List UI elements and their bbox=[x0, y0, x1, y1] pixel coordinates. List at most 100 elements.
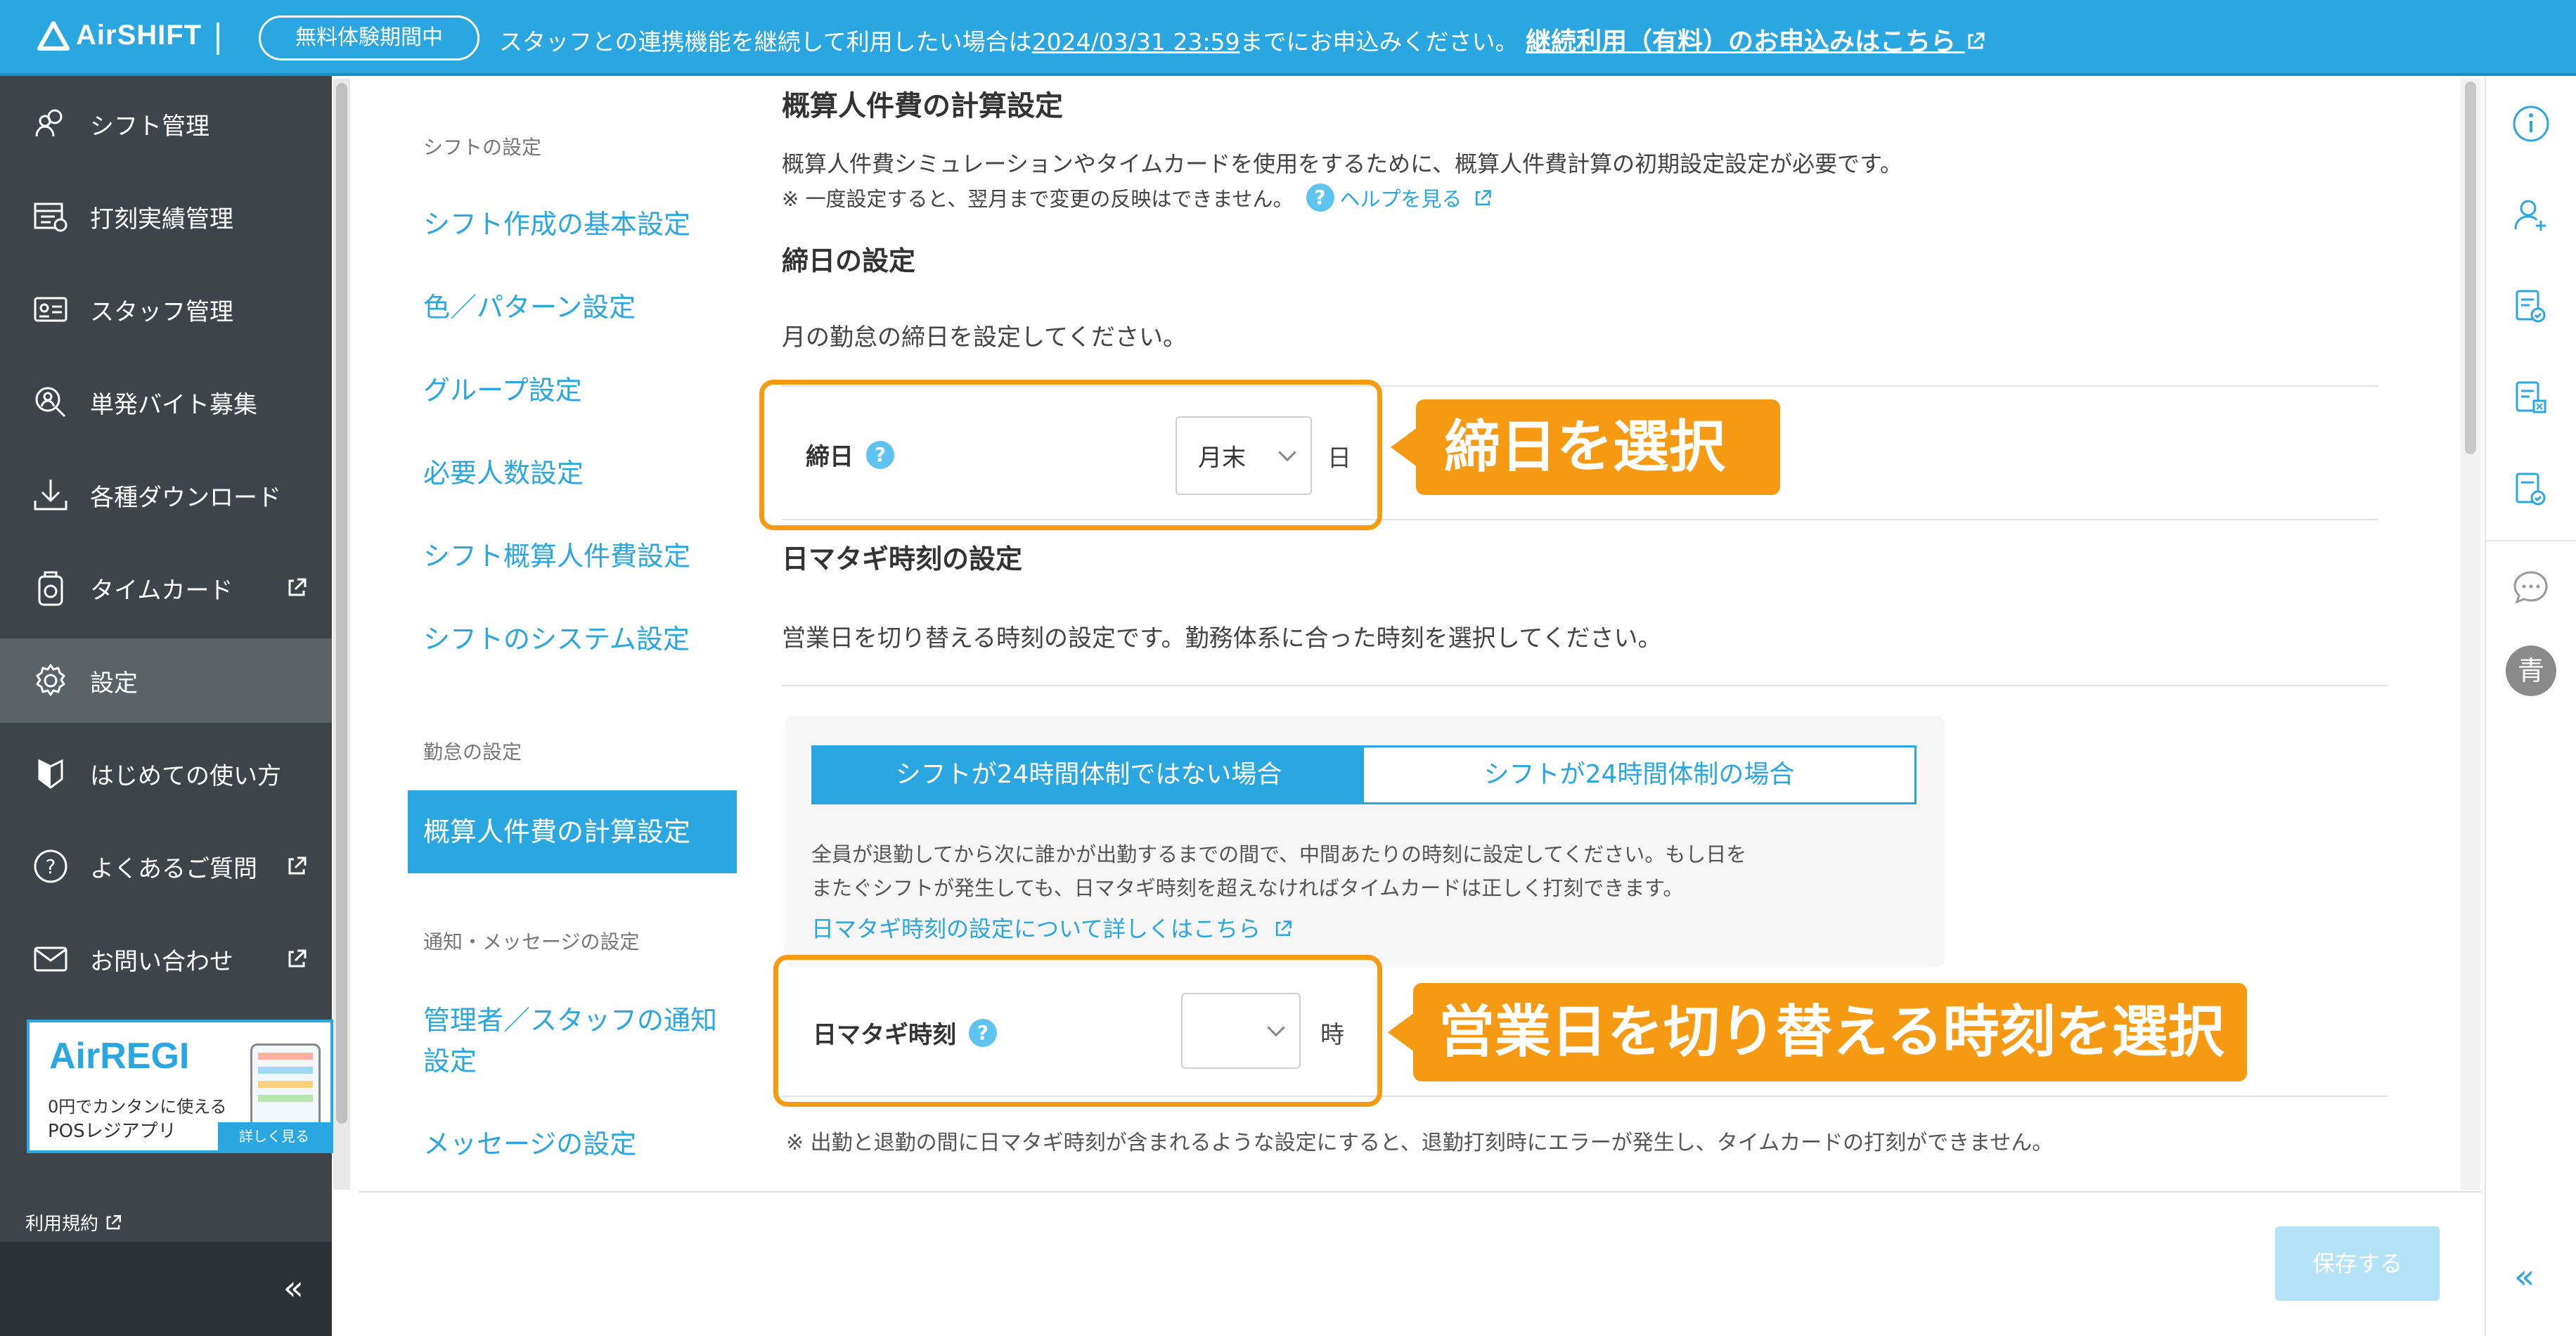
sidebar-item-label: よくあるご質問 bbox=[90, 854, 257, 883]
terms-link[interactable]: 利用規約 bbox=[25, 1209, 122, 1235]
shift-management-icon bbox=[35, 109, 63, 137]
avatar[interactable]: 青 bbox=[2506, 645, 2556, 696]
submenu-item-group[interactable]: グループ設定 bbox=[423, 370, 733, 411]
right-rail: 青 « bbox=[2485, 76, 2576, 1336]
sidebar-item-shift-management[interactable]: シフト管理 bbox=[0, 82, 332, 166]
sidebar-item-label: スタッフ管理 bbox=[90, 297, 233, 326]
airshift-logo[interactable]: AirSHIFT bbox=[37, 20, 202, 51]
page-note-text: ※ 一度設定すると、翌月まで変更の反映はできません。 bbox=[782, 187, 1294, 211]
save-button[interactable]: 保存する bbox=[2275, 1226, 2440, 1301]
document-check-icon[interactable] bbox=[2509, 467, 2554, 512]
sidebar-item-clock-records[interactable]: 打刻実績管理 bbox=[0, 174, 332, 259]
trial-notice: スタッフとの連携機能を継続して利用したい場合は2024/03/31 23:59ま… bbox=[499, 21, 1986, 58]
airshift-logo-icon bbox=[37, 20, 70, 51]
daybreak-time-highlight bbox=[773, 955, 1382, 1107]
logo-divider bbox=[217, 23, 219, 55]
sidebar-item-label: 各種ダウンロード bbox=[90, 483, 281, 512]
sidebar-item-label: お問い合わせ bbox=[90, 947, 233, 976]
sidebar-item-label: 打刻実績管理 bbox=[90, 205, 233, 233]
help-link[interactable]: ヘルプを見る bbox=[1340, 183, 1493, 212]
double-chevron-left-icon[interactable]: « bbox=[2514, 1257, 2535, 1297]
external-link-icon bbox=[1968, 32, 1985, 49]
ad-more-button[interactable]: 詳しく見る bbox=[218, 1122, 330, 1150]
sidebar-item-label: シフト管理 bbox=[90, 112, 210, 141]
sidebar-scrollbar-thumb[interactable] bbox=[336, 83, 347, 1124]
daybreak-warning: ※ 出勤と退勤の間に日マタギ時刻が含まれるような設定にすると、退勤打刻時にエラー… bbox=[786, 1131, 2054, 1155]
double-chevron-left-icon: « bbox=[283, 1268, 304, 1308]
sidebar-item-downloads[interactable]: 各種ダウンロード bbox=[0, 453, 332, 537]
beginner-mark-icon bbox=[38, 759, 63, 789]
continue-subscription-link-text: 継続利用（有料）のお申込みはこちら bbox=[1525, 27, 1956, 56]
top-banner: AirSHIFT 無料体験期間中 スタッフとの連携機能を継続して利用したい場合は… bbox=[0, 0, 2576, 76]
daybreak-description: 営業日を切り替える時刻の設定です。勤務体系に合った時刻を選択してください。 bbox=[782, 624, 1662, 653]
airregi-ad-banner[interactable]: AirREGI 0円でカンタンに使える POSレジアプリ 詳しく見る bbox=[27, 1020, 333, 1153]
submenu-item-notification[interactable]: 管理者／スタッフの通知設定 bbox=[423, 1000, 733, 1081]
submenu-item-labor-cost-calc[interactable]: 概算人件費の計算設定 bbox=[408, 790, 737, 873]
closing-day-description: 月の勤怠の締日を設定してください。 bbox=[782, 323, 1187, 352]
tab-not-24h[interactable]: シフトが24時間体制ではない場合 bbox=[813, 747, 1364, 802]
svg-text:?: ? bbox=[46, 855, 56, 878]
sidebar-item-label: タイムカード bbox=[90, 576, 233, 605]
sidebar-item-label: 単発バイト募集 bbox=[90, 390, 257, 419]
gear-icon bbox=[36, 664, 65, 696]
sidebar-scrollbar[interactable] bbox=[333, 79, 350, 1190]
trial-badge: 無料体験期間中 bbox=[259, 15, 479, 60]
external-link-icon bbox=[1276, 920, 1292, 937]
sidebar-item-timecard[interactable]: タイムカード bbox=[0, 546, 332, 630]
daybreak-detail-link-text: 日マタギ時刻の設定について詳しくはこちら bbox=[811, 916, 1261, 942]
submenu-heading-notification: 通知・メッセージの設定 bbox=[423, 930, 640, 953]
main-scrollbar-thumb[interactable] bbox=[2465, 82, 2476, 454]
mail-icon bbox=[34, 946, 67, 972]
continue-subscription-link[interactable]: 継続利用（有料）のお申込みはこちら bbox=[1526, 27, 1986, 56]
help-icon: ? bbox=[1306, 184, 1334, 212]
sidebar-item-getting-started[interactable]: はじめての使い方 bbox=[0, 731, 332, 816]
notice-middle: までにお申込みください。 bbox=[1239, 28, 1519, 56]
submenu-item-shift-system[interactable]: シフトのシステム設定 bbox=[423, 619, 733, 660]
submenu-item-color-pattern[interactable]: 色／パターン設定 bbox=[423, 287, 733, 328]
ad-tagline: 0円でカンタンに使える bbox=[48, 1097, 227, 1117]
external-link-icon bbox=[106, 1215, 122, 1230]
submenu-item-message[interactable]: メッセージの設定 bbox=[423, 1124, 733, 1164]
help-link-text: ヘルプを見る bbox=[1339, 187, 1462, 211]
submenu-item-shift-labor-cost[interactable]: シフト概算人件費設定 bbox=[423, 536, 733, 577]
sidebar-collapse-button[interactable]: « bbox=[0, 1242, 332, 1336]
sidebar-item-label: 設定 bbox=[90, 669, 138, 698]
footer-bar: 保存する bbox=[359, 1191, 2482, 1336]
logo-text: AirSHIFT bbox=[76, 20, 202, 51]
panel-text-line1: 全員が退勤してから次に誰かが出勤するまでの間で、中間あたりの時刻に設定してくださ… bbox=[811, 842, 1747, 866]
sidebar-item-settings[interactable]: 設定 bbox=[0, 638, 332, 723]
closing-day-highlight bbox=[759, 380, 1382, 530]
notice-date: 2024/03/31 23:59 bbox=[1031, 28, 1240, 56]
staff-card-icon bbox=[34, 297, 67, 322]
chat-bubble-icon[interactable] bbox=[2509, 565, 2554, 610]
daybreak-detail-link[interactable]: 日マタギ時刻の設定について詳しくはこちら bbox=[811, 911, 1293, 944]
tab-24h[interactable]: シフトが24時間体制の場合 bbox=[1364, 747, 1914, 802]
closing-day-callout: 締日を選択 bbox=[1416, 399, 1780, 495]
closing-day-heading: 締日の設定 bbox=[782, 245, 916, 276]
timecard-request-icon[interactable] bbox=[2509, 375, 2554, 420]
sidebar-item-staff-management[interactable]: スタッフ管理 bbox=[0, 267, 332, 352]
rail-divider bbox=[2486, 540, 2576, 541]
shift-approval-icon[interactable] bbox=[2509, 284, 2554, 329]
sidebar-item-contact[interactable]: お問い合わせ bbox=[0, 917, 332, 1001]
page-description: 概算人件費シミュレーションやタイムカードを使用をするために、概算人件費計算の初期… bbox=[782, 150, 1902, 177]
terms-link-text: 利用規約 bbox=[25, 1214, 99, 1235]
submenu-item-required-staff[interactable]: 必要人数設定 bbox=[423, 453, 733, 494]
sidebar-item-recruit[interactable]: 単発バイト募集 bbox=[0, 360, 332, 444]
info-icon[interactable] bbox=[2509, 101, 2554, 146]
page-note: ※ 一度設定すると、翌月まで変更の反映はできません。 ? ヘルプを見る bbox=[782, 183, 1493, 212]
sidebar-item-label: はじめての使い方 bbox=[90, 762, 281, 790]
external-link-icon bbox=[288, 949, 307, 968]
sidebar-item-faq[interactable]: ? よくあるご質問 bbox=[0, 824, 332, 908]
daybreak-heading: 日マタギ時刻の設定 bbox=[782, 544, 1023, 574]
question-icon: ? bbox=[34, 849, 67, 883]
page-title: 概算人件費の計算設定 bbox=[782, 90, 1063, 122]
main-scrollbar[interactable] bbox=[2461, 79, 2480, 1190]
airregi-logo: AirREGI bbox=[49, 1036, 190, 1077]
phone-illustration-icon bbox=[250, 1043, 321, 1135]
add-user-icon[interactable] bbox=[2509, 193, 2554, 238]
external-link-icon bbox=[1475, 190, 1491, 206]
submenu-heading-attendance: 勤怠の設定 bbox=[423, 740, 522, 764]
download-icon bbox=[34, 480, 67, 510]
submenu-item-shift-basic[interactable]: シフト作成の基本設定 bbox=[423, 204, 733, 245]
